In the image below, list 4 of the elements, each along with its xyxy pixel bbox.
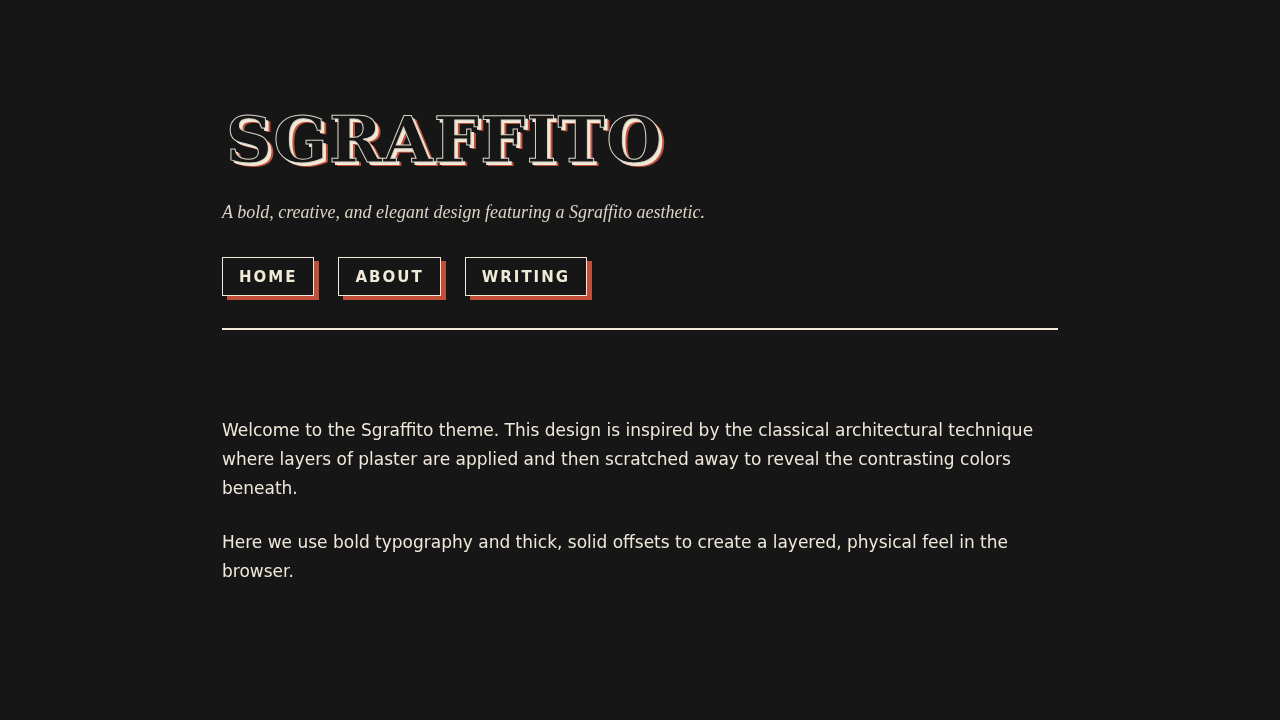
paragraph: Welcome to the Sgraffito theme. This design is inspired by the classical architectural technique where layers of plaster are applied and then scratched away to reveal the contrasting colors beneath. [222,419,1035,500]
site-title: SGRAFFITO [226,101,663,179]
tagline: A bold, creative, and elegant design featuring a Sgraffito aesthetic. [222,202,706,223]
paragraph: Here we use bold typography and thick, solid offsets to create a layered, physical feel in the browser. [222,531,1009,583]
